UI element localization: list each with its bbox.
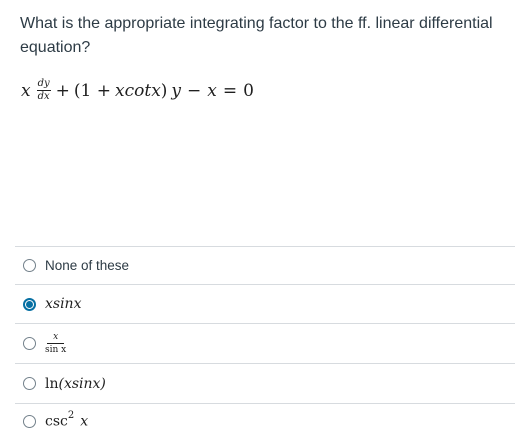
function-name: csc	[45, 413, 68, 430]
function-name: ln	[45, 375, 59, 392]
fraction-denominator: sin x	[45, 345, 67, 355]
function-argument: (xsinx)	[58, 375, 106, 392]
answer-option-x-over-sinx[interactable]: x sin x	[15, 324, 515, 363]
answer-option-xsinx[interactable]: xsinx	[15, 285, 515, 323]
radio-button-selected[interactable]	[23, 297, 36, 311]
equation-equals: =	[222, 81, 238, 101]
fraction-numerator: x	[47, 332, 65, 344]
answer-label: xsinx	[45, 296, 82, 312]
equation-paren-open: (1 +	[73, 81, 112, 101]
derivative-denominator: dx	[37, 90, 50, 102]
equation-rhs: 0	[243, 81, 254, 101]
equation-y: y	[171, 81, 182, 101]
equation-derivative: dy dx	[36, 77, 51, 102]
function-argument: x	[80, 413, 89, 430]
equation-minus: −	[187, 81, 202, 101]
answer-fraction: x sin x	[45, 332, 66, 355]
answer-list: None of these xsinx x sin x ln(xsinx) cs…	[15, 246, 515, 435]
equation-plus: +	[55, 81, 70, 101]
equation-term-x: x	[21, 81, 31, 101]
answer-option-csc2x[interactable]: csc2 x	[15, 404, 515, 435]
equation-x-term: x	[207, 81, 217, 101]
equation-paren-close: )	[160, 81, 168, 101]
answer-label: None of these	[45, 258, 130, 273]
answer-option-none-of-these[interactable]: None of these	[15, 247, 515, 284]
radio-button[interactable]	[23, 337, 36, 350]
answer-label: ln(xsinx)	[45, 376, 106, 392]
differential-equation: x dy dx + (1 + xcotx ) y − x = 0	[21, 78, 254, 104]
equation-xcotx: xcotx	[115, 81, 161, 101]
question-text: What is the appropriate integrating fact…	[20, 15, 493, 56]
radio-button[interactable]	[23, 414, 36, 428]
answer-option-ln-xsinx[interactable]: ln(xsinx)	[15, 364, 515, 403]
radio-button[interactable]	[23, 377, 36, 390]
derivative-numerator: dy	[36, 77, 51, 91]
function-exponent: 2	[67, 410, 75, 422]
radio-button[interactable]	[23, 259, 36, 272]
answer-label: csc2 x	[45, 410, 89, 430]
